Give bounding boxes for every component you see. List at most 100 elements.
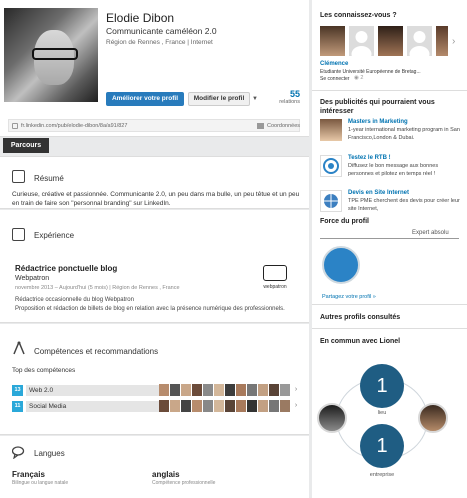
endorser-avatar[interactable] xyxy=(203,384,213,396)
edit-profile-button[interactable]: Modifier le profil xyxy=(188,92,250,106)
profile-strength-line xyxy=(320,238,459,239)
relations-label: relations xyxy=(279,99,300,105)
skill-endorsement-count[interactable]: 11 xyxy=(12,401,23,412)
endorser-avatar[interactable] xyxy=(225,400,235,412)
endorser-avatar[interactable] xyxy=(192,384,202,396)
ad-thumbnail[interactable] xyxy=(320,155,342,177)
summary-title: Résumé xyxy=(34,174,64,183)
endorser-avatar[interactable] xyxy=(192,400,202,412)
profile-photo-glasses xyxy=(32,48,78,60)
compass-icon xyxy=(13,341,25,355)
job-dates: novembre 2013 – Aujourd'hui (5 mois) | R… xyxy=(15,285,180,291)
improve-profile-button[interactable]: Améliorer votre profil xyxy=(106,92,184,106)
suggestion-photo[interactable] xyxy=(378,26,403,56)
common-company-label: entreprise xyxy=(369,472,395,478)
languages-title: Langues xyxy=(34,449,65,458)
endorser-avatar[interactable] xyxy=(214,384,224,396)
chevron-down-icon[interactable]: ▼ xyxy=(252,96,258,102)
ad-item[interactable]: Testez le RTB ! Diffusez le bon message … xyxy=(320,155,460,185)
ad-text: Diffusez le bon message aux bonnes perso… xyxy=(348,163,439,177)
endorser-avatar[interactable] xyxy=(236,400,246,412)
language-level: Compétence professionnelle xyxy=(152,480,216,486)
ad-text: 1-year international marketing program i… xyxy=(348,127,460,141)
share-profile-link[interactable]: Partagez votre profil » xyxy=(322,294,376,300)
company-logo[interactable]: webpatron xyxy=(260,265,290,293)
profile-strength-meter[interactable] xyxy=(322,246,360,284)
profile-location: Région de Rennes , France | Internet xyxy=(106,39,213,46)
endorser-avatar[interactable] xyxy=(280,400,290,412)
endorser-avatar[interactable] xyxy=(258,384,268,396)
language-level: Bilingue ou langue natale xyxy=(12,480,69,486)
next-arrow-icon[interactable]: › xyxy=(452,36,455,47)
divider xyxy=(312,90,467,91)
endorser-avatar[interactable] xyxy=(181,400,191,412)
other-profiles-title: Autres profils consultés xyxy=(320,314,401,321)
in-common-title: En commun avec Lionel xyxy=(320,338,401,345)
suggestion-photo[interactable] xyxy=(436,26,448,56)
suggestion-photo[interactable] xyxy=(320,26,345,56)
summary-section: Résumé Curieuse, créative et passionnée.… xyxy=(0,156,309,209)
endorser-avatar[interactable] xyxy=(214,400,224,412)
connect-link[interactable]: Se connecter xyxy=(320,76,349,82)
profile-name: Elodie Dibon xyxy=(106,11,175,25)
skill-name[interactable]: Social Media xyxy=(26,401,160,412)
endorser-avatar[interactable] xyxy=(247,384,257,396)
profile-photo[interactable] xyxy=(4,8,98,102)
divider xyxy=(312,304,467,305)
profile-card-icon xyxy=(12,123,18,129)
suggestion-placeholder-avatar[interactable] xyxy=(407,26,432,62)
ad-thumbnail[interactable] xyxy=(320,119,342,141)
job-title[interactable]: Rédactrice ponctuelle blog xyxy=(15,264,117,273)
endorser-avatar[interactable] xyxy=(159,384,169,396)
more-endorsers-icon[interactable]: › xyxy=(291,384,301,396)
endorser-avatar[interactable] xyxy=(269,400,279,412)
ad-title[interactable]: Devis en Site Internet xyxy=(348,190,409,196)
job-company[interactable]: Webpatron xyxy=(15,275,49,282)
skill-endorsement-count[interactable]: 13 xyxy=(12,385,23,396)
common-location-count[interactable]: 1 xyxy=(360,364,404,408)
endorser-avatar[interactable] xyxy=(236,384,246,396)
person-silhouette-icon xyxy=(351,31,372,62)
more-endorsers-icon[interactable]: › xyxy=(291,400,301,412)
relations-count[interactable]: 55 xyxy=(276,89,300,99)
profile-card: Elodie Dibon Communicante caméléon 2.0 R… xyxy=(0,0,309,137)
endorser-avatar[interactable] xyxy=(258,400,268,412)
endorser-avatar[interactable] xyxy=(170,400,180,412)
ad-title[interactable]: Masters in Marketing xyxy=(348,119,408,125)
skill-name[interactable]: Web 2.0 xyxy=(26,385,160,396)
common-company-count[interactable]: 1 xyxy=(360,424,404,468)
endorser-avatar[interactable] xyxy=(225,384,235,396)
ad-item[interactable]: Masters in Marketing 1-year internationa… xyxy=(320,119,460,149)
job-description: Rédactrice occasionnelle du blog Webpatr… xyxy=(15,297,285,312)
endorser-avatar[interactable] xyxy=(280,384,290,396)
endorser-avatar[interactable] xyxy=(203,400,213,412)
language-name: anglais xyxy=(152,470,180,479)
endorser-avatar[interactable] xyxy=(269,384,279,396)
suggestions-title: Les connaissez-vous ? xyxy=(320,12,397,19)
divider xyxy=(312,328,467,329)
coordinates-link[interactable]: Coordonnées xyxy=(267,123,300,129)
tab-parcours[interactable]: Parcours xyxy=(3,138,49,153)
eye-icon: ◉ xyxy=(354,75,359,81)
contact-card-icon xyxy=(257,123,264,129)
ad-title[interactable]: Testez le RTB ! xyxy=(348,155,391,161)
company-logo-text: webpatron xyxy=(263,284,287,290)
skills-section: Compétences et recommandations Top des c… xyxy=(0,324,309,435)
endorser-list: › xyxy=(159,384,301,396)
my-avatar[interactable] xyxy=(317,403,347,433)
endorser-avatar[interactable] xyxy=(247,400,257,412)
endorser-avatar[interactable] xyxy=(181,384,191,396)
speech-bubbles-icon xyxy=(12,446,25,459)
ad-item[interactable]: Devis en Site Internet TPE PME cherchent… xyxy=(320,190,460,212)
skills-title: Compétences et recommandations xyxy=(34,347,159,356)
suggestion-name[interactable]: Clémence xyxy=(320,61,348,67)
other-user-avatar[interactable] xyxy=(418,403,448,433)
target-icon xyxy=(323,158,339,174)
suggestion-placeholder-avatar[interactable] xyxy=(349,26,374,62)
endorser-avatar[interactable] xyxy=(159,400,169,412)
ad-thumbnail[interactable] xyxy=(320,190,342,212)
views-count: 2 xyxy=(360,75,364,81)
public-url[interactable]: fr.linkedin.com/pub/elodie-dibon/8a/a91/… xyxy=(21,123,127,129)
top-skills-label: Top des compétences xyxy=(12,367,76,374)
endorser-avatar[interactable] xyxy=(170,384,180,396)
